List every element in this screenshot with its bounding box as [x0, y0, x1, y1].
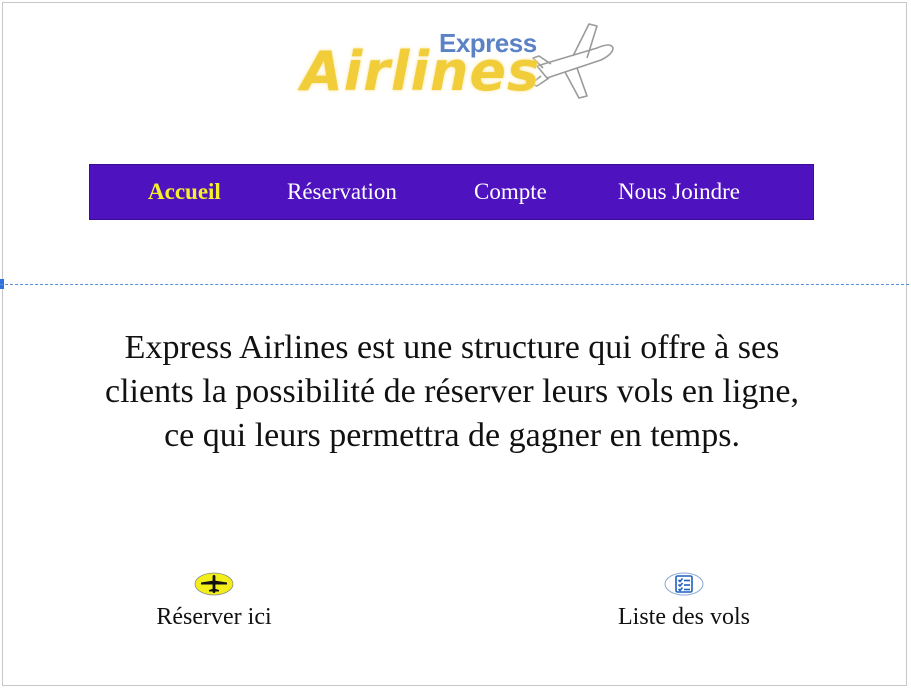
flight-list-link[interactable]: Liste des vols [604, 572, 764, 631]
nav-item-reservation[interactable]: Réservation [287, 179, 397, 205]
checklist-icon [664, 572, 704, 596]
intro-line: Express Airlines est une structure qui o… [124, 329, 780, 366]
intro-line: ce qui leurs permettra de gagner en temp… [164, 417, 740, 454]
nav-item-nous-joindre[interactable]: Nous Joindre [618, 179, 740, 205]
nav-item-accueil[interactable]: Accueil [148, 179, 221, 205]
section-divider [0, 284, 909, 285]
reserve-label: Réserver ici [156, 604, 272, 630]
airplane-icon [194, 572, 234, 596]
main-nav: Accueil Réservation Compte Nous Joindre [89, 164, 814, 220]
nav-item-compte[interactable]: Compte [474, 179, 547, 205]
reserve-link[interactable]: Réserver ici [134, 572, 294, 631]
flight-list-label: Liste des vols [618, 604, 750, 630]
intro-line: clients la possibilité de réserver leurs… [105, 373, 799, 410]
intro-paragraph: Express Airlines est une structure qui o… [50, 326, 854, 458]
logo-airlines-text: Airlines [301, 40, 541, 103]
airlines-logo[interactable]: Express Airlines [297, 18, 617, 108]
